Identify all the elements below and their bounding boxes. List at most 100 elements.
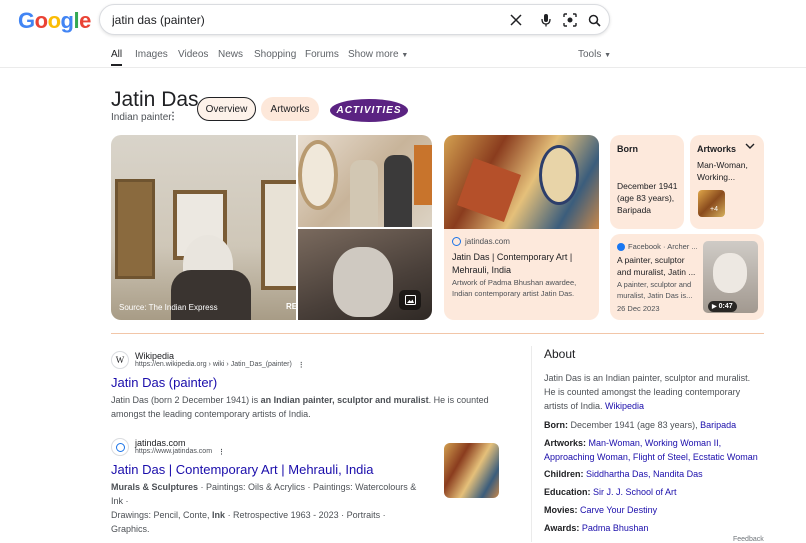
site-source: jatindas.com: [452, 237, 510, 246]
google-logo[interactable]: Google: [18, 8, 91, 34]
about-wikipedia-link[interactable]: Wikipedia: [605, 401, 644, 411]
snippet-bold: Murals & Sculptures: [111, 482, 199, 492]
about-awards: Awards: Padma Bhushan: [544, 521, 764, 535]
caret-down-icon: ▼: [604, 52, 612, 59]
result-snippet: Murals & Sculptures · Paintings: Oils & …: [111, 480, 421, 536]
wikipedia-icon: W: [111, 351, 129, 369]
frame-art: [261, 180, 296, 290]
tab-shopping[interactable]: Shopping: [254, 49, 296, 60]
result-title[interactable]: Jatin Das (painter): [111, 375, 511, 390]
site-card-image: [444, 135, 599, 229]
frame-art: [115, 179, 155, 279]
education-link[interactable]: Sir J. J. School of Art: [593, 487, 677, 497]
fact-label: Children:: [544, 469, 584, 479]
fb-video-thumbnail[interactable]: ▶ 0:47: [703, 241, 758, 313]
logo-letter: e: [79, 8, 91, 33]
born-place-link[interactable]: Baripada: [700, 420, 736, 430]
about-children: Children: Siddhartha Das, Nandita Das: [544, 467, 764, 481]
snippet-bold: an Indian painter, sculptor and muralist: [260, 395, 429, 405]
art-mask: [539, 145, 579, 205]
more-options-icon[interactable]: ⋮: [168, 111, 178, 122]
search-result: W Wikipedia https://en.wikipedia.org › w…: [111, 351, 511, 421]
art-shape: [456, 157, 522, 223]
result-site: jatindas.com: [135, 438, 186, 448]
photo-event[interactable]: [298, 135, 432, 227]
portrait-face: [333, 247, 393, 317]
about-desc-text: Jatin Das is an Indian painter, sculptor…: [544, 373, 751, 411]
more-options-icon[interactable]: ⋮: [298, 361, 305, 369]
tools-label: Tools: [578, 49, 602, 60]
fact-label: Born:: [544, 420, 568, 430]
tab-images[interactable]: Images: [135, 49, 168, 60]
result-thumbnail[interactable]: [444, 443, 499, 498]
person-figure: [384, 155, 412, 227]
image-gallery-icon[interactable]: [399, 290, 421, 310]
search-input[interactable]: [112, 5, 492, 34]
more-options-icon[interactable]: ⋮: [218, 448, 225, 456]
born-value: December 1941 (age 83 years), Baripada: [617, 181, 678, 215]
fact-label: Education:: [544, 487, 591, 497]
result-url-row: https://en.wikipedia.org › wiki › Jatin_…: [135, 361, 305, 369]
artworks-card[interactable]: Artworks Man-Woman, Working... +4: [690, 135, 764, 229]
tabs-divider: [0, 67, 806, 68]
about-artworks: Artworks: Man-Woman, Working Woman II, A…: [544, 436, 764, 464]
tab-all[interactable]: All: [111, 49, 123, 66]
result-snippet: Jatin Das (born 2 December 1941) is an I…: [111, 393, 501, 421]
search-tabs: All Images Videos News Shopping Forums S…: [111, 49, 611, 67]
snippet-bold: Ink: [212, 510, 226, 520]
more-count: +4: [710, 206, 718, 213]
video-face: [713, 253, 747, 293]
logo-letter: g: [60, 8, 74, 33]
person-body: [171, 270, 251, 320]
site-card[interactable]: jatindas.com Jatin Das | Contemporary Ar…: [444, 135, 599, 320]
facebook-icon: [617, 242, 625, 251]
artwork-thumbnail[interactable]: +4: [698, 190, 725, 217]
logo-letter: o: [34, 8, 48, 33]
result-source[interactable]: W Wikipedia https://en.wikipedia.org › w…: [111, 351, 511, 369]
artworks-label: Artworks: [697, 144, 737, 154]
main-photo[interactable]: Source: The Indian Express RE: [111, 135, 296, 320]
snippet-text: Drawings: Pencil, Conte,: [111, 510, 213, 520]
about-born: Born: December 1941 (age 83 years), Bari…: [544, 418, 764, 432]
site-domain: jatindas.com: [465, 237, 510, 246]
children-links[interactable]: Siddhartha Das, Nandita Das: [586, 469, 703, 479]
logo-letter: G: [18, 8, 35, 33]
facebook-card[interactable]: Facebook · Archer ... A painter, sculpto…: [610, 234, 764, 320]
tab-news[interactable]: News: [218, 49, 243, 60]
play-icon: ▶: [712, 304, 717, 310]
fact-label: Awards:: [544, 523, 580, 533]
microphone-icon[interactable]: [536, 10, 556, 30]
tab-show-more[interactable]: Show more ▼: [348, 49, 408, 60]
about-movies: Movies: Carve Your Destiny: [544, 503, 764, 517]
photo-portrait[interactable]: [298, 229, 432, 320]
about-description: Jatin Das is an Indian painter, sculptor…: [544, 371, 764, 413]
photo-caption: Source: The Indian Express: [119, 303, 218, 312]
fb-source-label: Facebook · Archer ...: [628, 242, 698, 251]
movies-link[interactable]: Carve Your Destiny: [580, 505, 657, 515]
tab-forums[interactable]: Forums: [305, 49, 339, 60]
awards-link[interactable]: Padma Bhushan: [582, 523, 649, 533]
pill-artworks[interactable]: Artworks: [261, 97, 319, 121]
photo-caption-right: RE: [286, 302, 296, 311]
fb-date: 26 Dec 2023: [617, 304, 660, 313]
site-card-title[interactable]: Jatin Das | Contemporary Art | Mehrauli,…: [452, 251, 592, 277]
tab-videos[interactable]: Videos: [178, 49, 208, 60]
about-education: Education: Sir J. J. School of Art: [544, 485, 764, 499]
fact-label: Movies:: [544, 505, 578, 515]
video-duration: 0:47: [718, 303, 733, 310]
pill-activities[interactable]: ACTIVITIES: [330, 99, 408, 122]
fb-source: Facebook · Archer ...: [617, 242, 698, 251]
snippet-text: Jatin Das (born 2 December 1941) is: [111, 395, 261, 405]
chevron-down-icon[interactable]: [745, 142, 755, 153]
clear-icon[interactable]: [506, 10, 526, 30]
fact-label: Artworks:: [544, 438, 587, 448]
caret-down-icon: ▼: [401, 52, 409, 59]
result-site: Wikipedia: [135, 351, 175, 361]
search-icon[interactable]: [584, 10, 604, 30]
lens-icon[interactable]: [560, 10, 580, 30]
tools-button[interactable]: Tools ▼: [578, 49, 611, 60]
born-card[interactable]: Born December 1941 (age 83 years), Barip…: [610, 135, 684, 229]
result-url: https://en.wikipedia.org › wiki › Jatin_…: [135, 361, 292, 368]
site-card-desc: Artwork of Padma Bhushan awardee, Indian…: [452, 278, 577, 298]
pill-overview[interactable]: Overview: [197, 97, 256, 121]
